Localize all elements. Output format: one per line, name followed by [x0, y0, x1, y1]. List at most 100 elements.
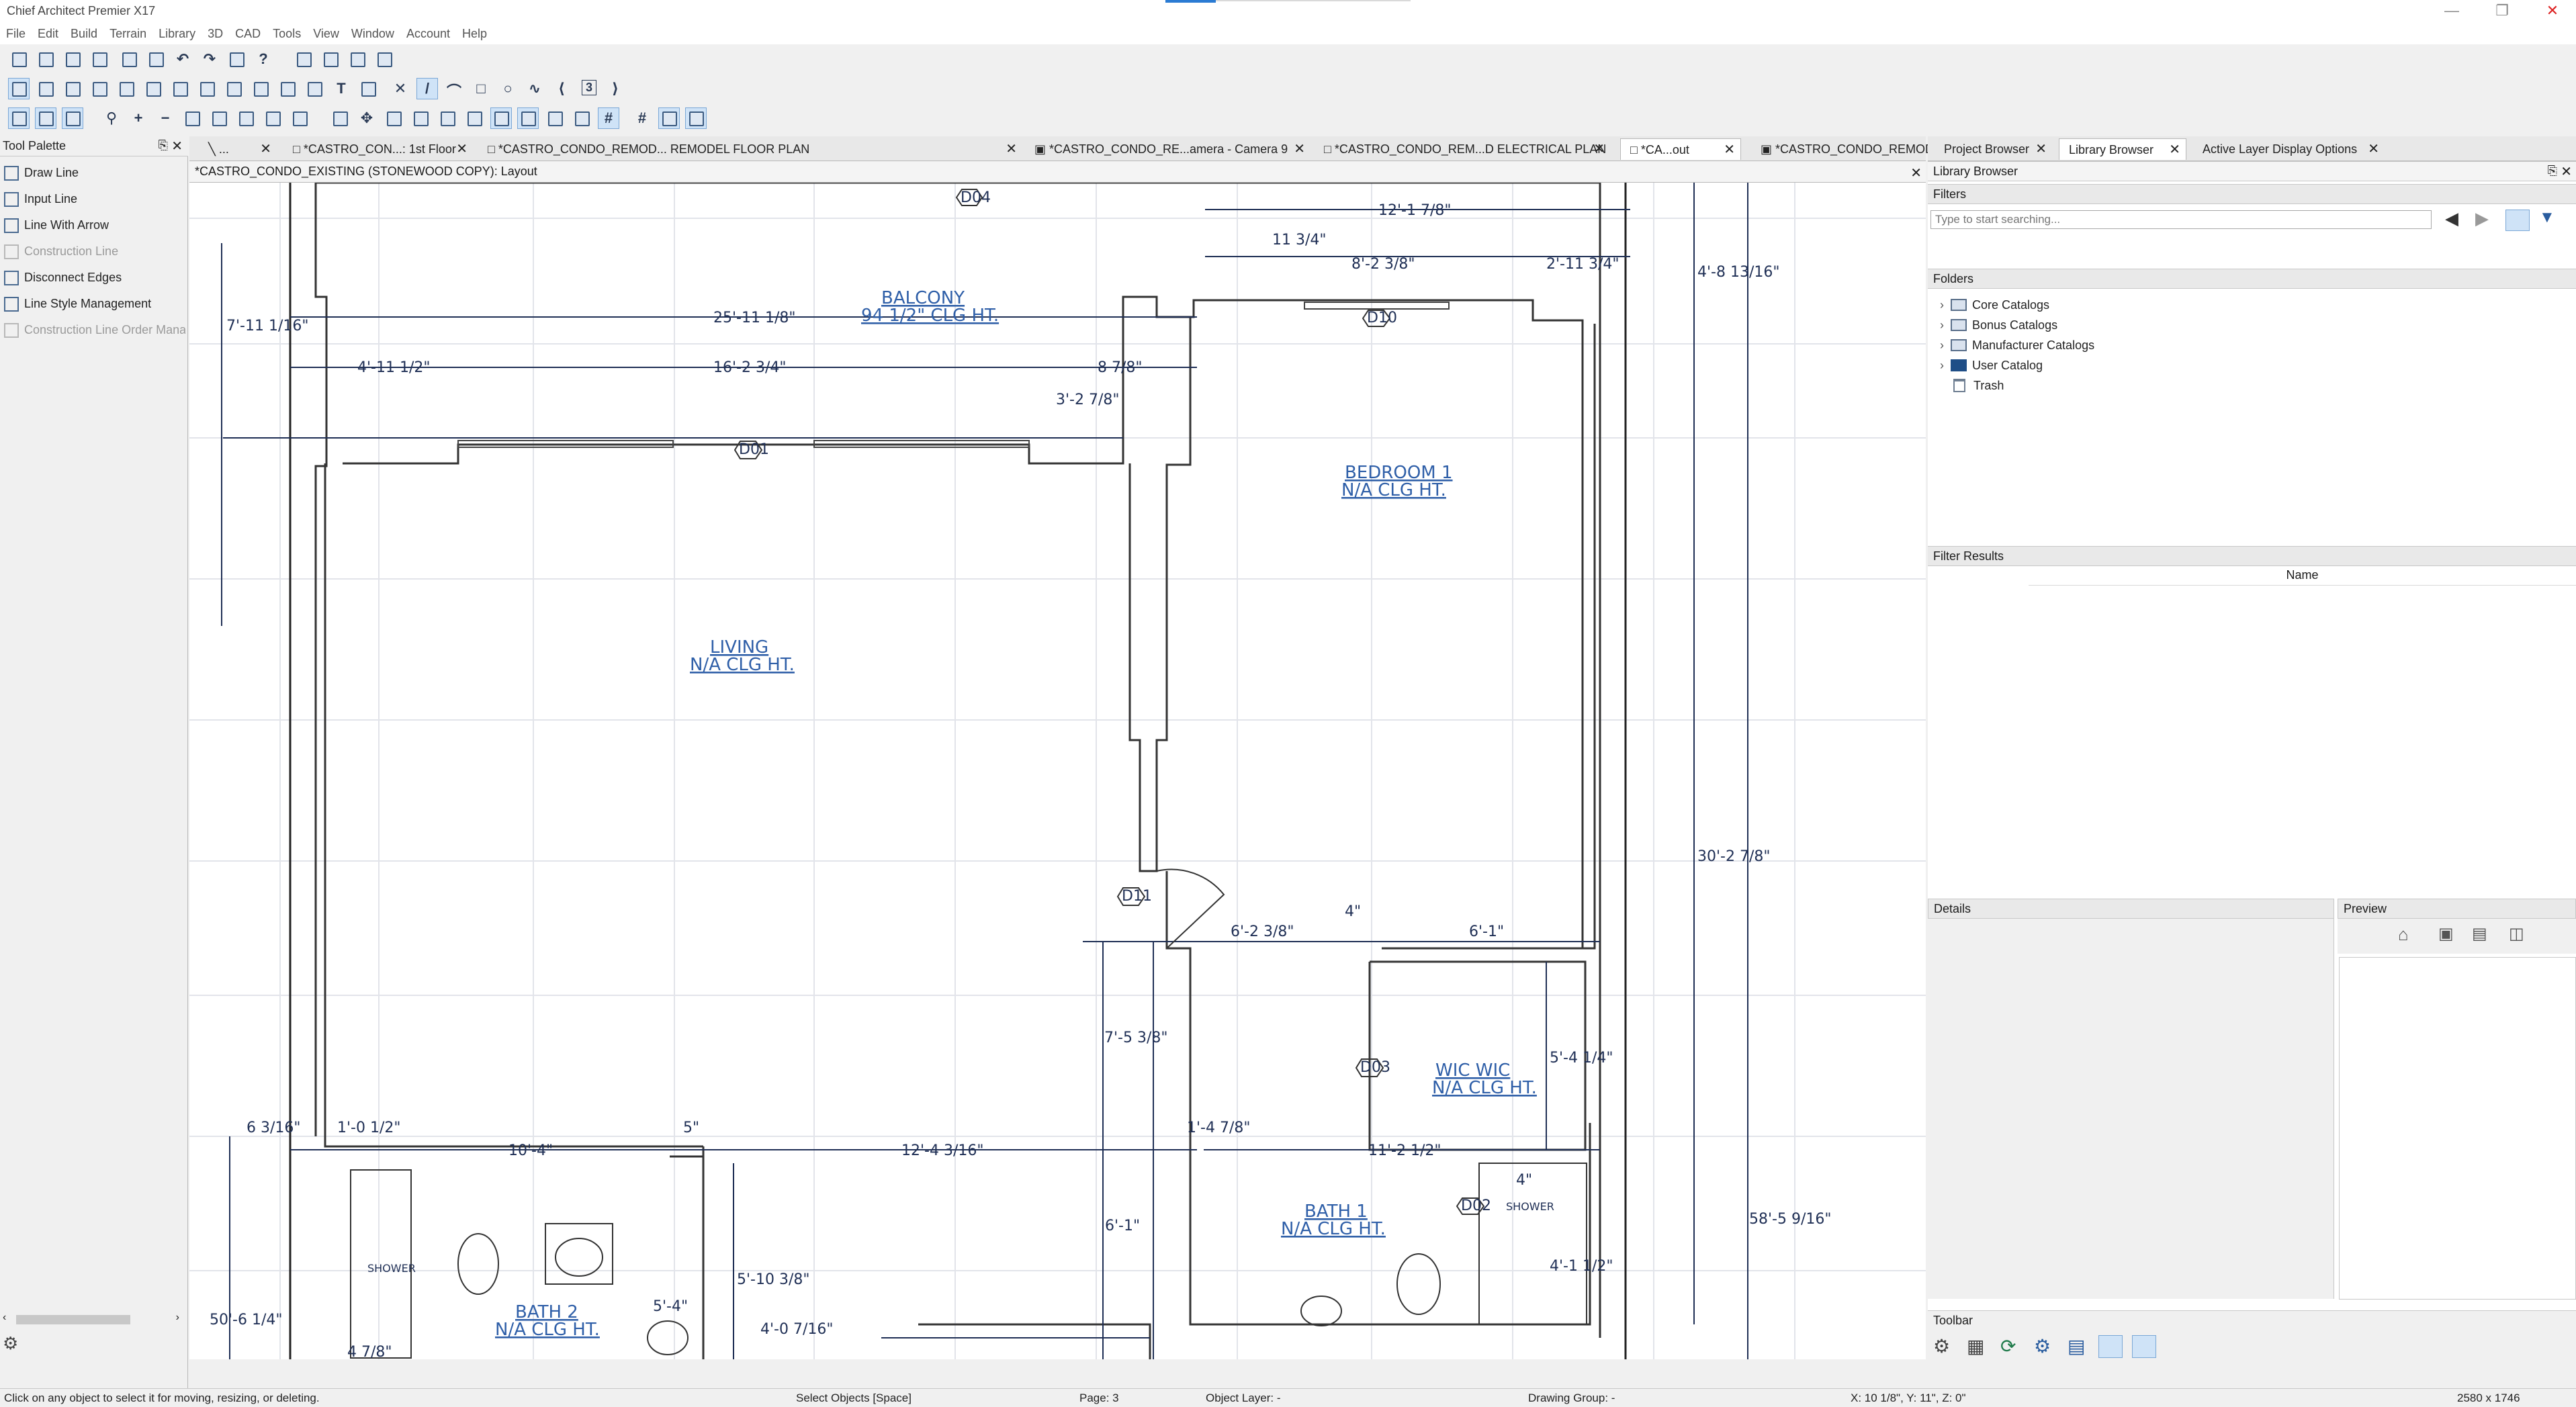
checklist-icon[interactable] — [320, 48, 341, 70]
page-number-button[interactable]: 3 — [578, 78, 599, 99]
floor-plan-layout[interactable]: D04 D01 D10 D11 D03 D02 BALCONY 94 1/2" … — [189, 183, 1926, 1359]
wall-tool-icon[interactable] — [35, 78, 56, 99]
fill-window-building-icon[interactable] — [262, 107, 283, 129]
view-mode-icon[interactable] — [2505, 210, 2530, 231]
folder-trash[interactable]: Trash — [1940, 379, 2004, 393]
preview-settings-icon[interactable]: ◫ — [2509, 924, 2524, 944]
toggle-b-icon[interactable] — [2132, 1335, 2156, 1358]
undo-icon[interactable]: ↶ — [172, 48, 193, 70]
fill-window-icon[interactable] — [208, 107, 230, 129]
extension-snaps-icon[interactable] — [685, 107, 707, 129]
menu-account[interactable]: Account — [400, 23, 456, 45]
print-icon[interactable] — [118, 48, 140, 70]
preview-camera-icon[interactable]: ▤ — [2472, 924, 2487, 944]
line-with-arrow-item[interactable]: Line With Arrow — [4, 218, 109, 234]
palette-settings-icon[interactable]: ⚙ — [3, 1333, 21, 1353]
object-snaps-icon[interactable] — [517, 107, 539, 129]
calculator-icon[interactable] — [226, 48, 247, 70]
scroll-right-icon[interactable]: › — [176, 1312, 179, 1324]
preview-home-icon[interactable]: ⌂ — [2398, 924, 2409, 945]
menu-file[interactable]: File — [0, 23, 32, 45]
preview-fit-icon[interactable]: ▣ — [2438, 924, 2454, 944]
view-c-icon[interactable] — [62, 107, 83, 129]
tab-doc-0[interactable]: ╲ ... ✕ — [199, 138, 277, 160]
back-icon[interactable]: ◀ — [2445, 208, 2458, 229]
box-tool-icon[interactable]: □ — [470, 78, 492, 99]
catalog-icon[interactable]: ▤ — [2068, 1335, 2085, 1357]
previous-icon[interactable]: ⟨ — [551, 78, 572, 99]
dimension-tool-icon[interactable] — [304, 78, 325, 99]
library-pin-icon[interactable]: ⎘ — [2548, 164, 2557, 178]
tab-doc-5[interactable]: □ *CA...out ✕ — [1620, 138, 1741, 160]
line-tool-icon[interactable]: / — [416, 78, 438, 99]
snap-angle-icon[interactable] — [490, 107, 512, 129]
text-tool-icon[interactable]: T — [330, 78, 352, 99]
framing-tool-icon[interactable] — [169, 78, 191, 99]
tab-project-browser[interactable]: Project Browser ✕ — [1935, 138, 2052, 160]
layer-set-icon[interactable] — [329, 107, 351, 129]
menu-terrain[interactable]: Terrain — [103, 23, 152, 45]
library-tool-icon[interactable] — [250, 78, 271, 99]
input-line-item[interactable]: Input Line — [4, 192, 77, 208]
tab-library-browser[interactable]: Library Browser ✕ — [2059, 138, 2186, 160]
disconnect-edges-item[interactable]: Disconnect Edges — [4, 271, 122, 286]
tab-doc-4[interactable]: □ *CASTRO_CONDO_REM...D ELECTRICAL PLAN ✕ — [1315, 138, 1610, 160]
library-search-input[interactable] — [1930, 210, 2432, 229]
scroll-left-icon[interactable]: ‹ — [3, 1312, 6, 1324]
grid-snaps-icon[interactable]: # — [598, 107, 619, 129]
library-close-icon[interactable]: ✕ — [2561, 163, 2572, 180]
pin-icon[interactable]: ⎘ — [159, 138, 168, 152]
folder-manufacturer-catalogs[interactable]: › Manufacturer Catalogs — [1940, 338, 2094, 353]
dimension-display-icon[interactable] — [410, 107, 431, 129]
zoom-icon[interactable]: ⚲ — [101, 107, 122, 129]
folder-core-catalogs[interactable]: › Core Catalogs — [1940, 298, 2049, 312]
filter-icon[interactable]: ▼ — [2539, 208, 2555, 227]
name-column-header[interactable]: Name — [2029, 568, 2576, 586]
cabinet-tool-icon[interactable] — [62, 78, 83, 99]
help-icon[interactable]: ? — [253, 48, 274, 70]
zoom-out-icon[interactable]: − — [154, 107, 176, 129]
close-icon[interactable]: ✕ — [2529, 0, 2576, 23]
view-a-icon[interactable] — [8, 107, 30, 129]
line-style-management-item[interactable]: Line Style Management — [4, 297, 151, 312]
tab-active-layer-display[interactable]: Active Layer Display Options ✕ — [2193, 138, 2385, 160]
menu-edit[interactable]: Edit — [32, 23, 64, 45]
door-tool-icon[interactable] — [89, 78, 110, 99]
tool-palette-close-icon[interactable]: ✕ — [171, 138, 183, 154]
tool-b-icon[interactable] — [373, 48, 395, 70]
pan-icon[interactable]: ✥ — [356, 107, 377, 129]
open-icon[interactable] — [35, 48, 56, 70]
restore-icon[interactable]: ❐ — [2479, 0, 2526, 23]
zoom-in-icon[interactable]: + — [128, 107, 149, 129]
tool-a-icon[interactable] — [347, 48, 368, 70]
stairs-tool-icon[interactable] — [142, 78, 164, 99]
bump-icon[interactable] — [544, 107, 566, 129]
drawing-canvas[interactable]: D04 D01 D10 D11 D03 D02 BALCONY 94 1/2" … — [189, 183, 1926, 1359]
tab-doc-2[interactable]: □ *CASTRO_CONDO_REMOD... REMODEL FLOOR P… — [478, 138, 1022, 160]
plan-footprint-icon[interactable] — [658, 107, 680, 129]
menu-help[interactable]: Help — [456, 23, 493, 45]
ref-display-icon[interactable] — [437, 107, 458, 129]
electrical-tool-icon[interactable] — [223, 78, 245, 99]
save-icon[interactable] — [62, 48, 83, 70]
library-settings-icon[interactable]: ⚙ — [1933, 1335, 1950, 1357]
forward-icon[interactable]: ▶ — [2475, 208, 2489, 229]
toggle-a-icon[interactable] — [2098, 1335, 2123, 1358]
window-tool-icon[interactable] — [116, 78, 137, 99]
ref-swap-icon[interactable] — [463, 107, 485, 129]
minimize-icon[interactable]: — — [2428, 0, 2475, 23]
folder-bonus-catalogs[interactable]: › Bonus Catalogs — [1940, 318, 2057, 332]
refresh-icon[interactable]: ⟳ — [2000, 1335, 2016, 1357]
menu-build[interactable]: Build — [64, 23, 103, 45]
edit-object-icon[interactable] — [293, 48, 314, 70]
layer-display-icon[interactable] — [383, 107, 404, 129]
menu-view[interactable]: View — [307, 23, 345, 45]
swap-view-icon[interactable] — [289, 107, 310, 129]
view-close-icon[interactable]: ✕ — [1910, 165, 1922, 181]
new-plan-icon[interactable] — [8, 48, 30, 70]
arc-tool-icon[interactable]: ⌒ — [443, 78, 465, 100]
camera-tool-icon[interactable] — [277, 78, 298, 99]
circle-tool-icon[interactable]: ○ — [497, 78, 519, 99]
folder-user-catalog[interactable]: › User Catalog — [1940, 359, 2043, 373]
menu-cad[interactable]: CAD — [229, 23, 267, 45]
